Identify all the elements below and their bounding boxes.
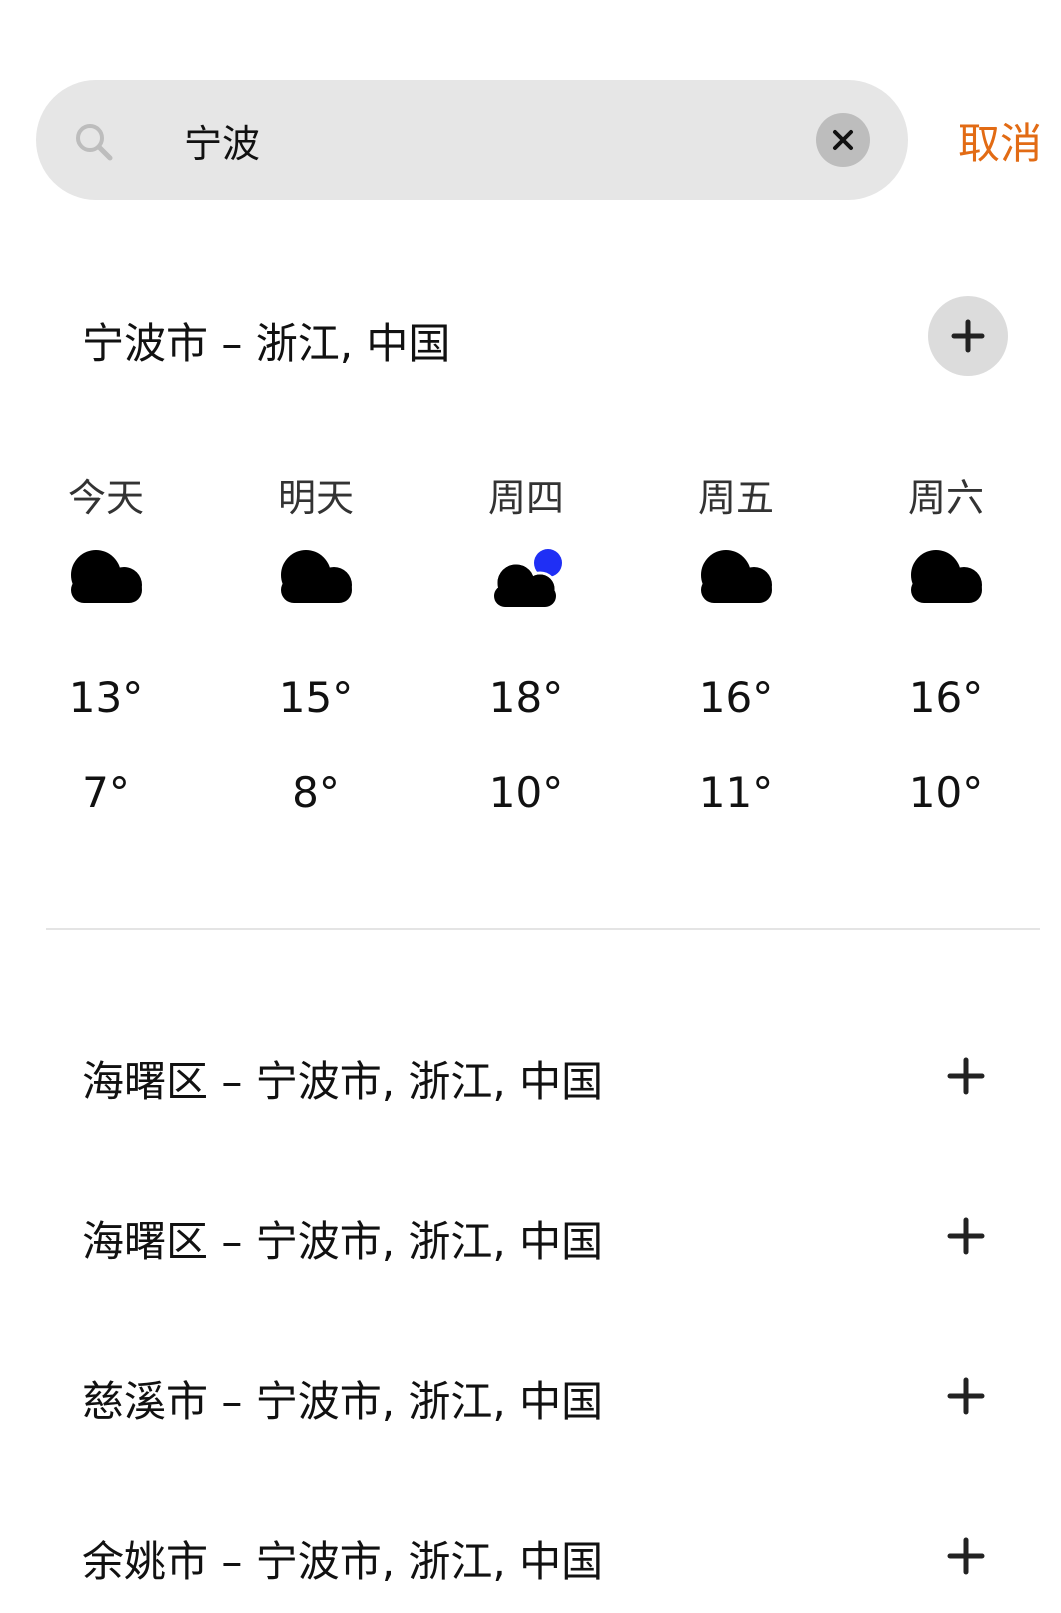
temp-high: 15° <box>278 673 354 722</box>
temp-low: 10° <box>908 768 984 817</box>
forecast-day: 周六 16° 10° <box>866 455 1026 855</box>
day-label: 今天 <box>67 476 144 520</box>
temp-high: 16° <box>698 673 774 722</box>
forecast-day: 今天 13° 7° <box>26 455 186 855</box>
clear-search-button[interactable] <box>816 113 870 167</box>
day-label: 明天 <box>277 476 354 520</box>
temp-low: 11° <box>698 768 774 817</box>
result-label: 海曙区 – 宁波市, 浙江, 中国 <box>82 1057 604 1106</box>
main-search-result: 宁波市 – 浙江, 中国 <box>0 290 1061 390</box>
plus-icon[interactable] <box>944 1214 988 1258</box>
cloud-icon <box>911 550 982 603</box>
forecast-strip: 今天 13° 7° 明天 15° 8° 周四 18° 10° 周五 16° 11… <box>0 455 1061 855</box>
search-result-item[interactable]: 海曙区 – 宁波市, 浙江, 中国 <box>0 1186 1061 1286</box>
plus-icon <box>951 319 985 353</box>
forecast-day: 周四 18° 10° <box>446 455 606 855</box>
cloud-icon <box>701 550 772 603</box>
result-label: 慈溪市 – 宁波市, 浙江, 中国 <box>82 1377 604 1426</box>
partly-cloudy-night-icon <box>494 549 562 607</box>
close-icon <box>833 130 853 150</box>
plus-icon[interactable] <box>944 1374 988 1418</box>
main-result-title: 宁波市 – 浙江, 中国 <box>82 319 451 368</box>
temp-low: 10° <box>488 768 564 817</box>
temp-high: 16° <box>908 673 984 722</box>
search-result-item[interactable]: 慈溪市 – 宁波市, 浙江, 中国 <box>0 1346 1061 1446</box>
temp-low: 7° <box>82 768 130 817</box>
plus-icon[interactable] <box>944 1534 988 1578</box>
plus-icon[interactable] <box>944 1054 988 1098</box>
result-label: 余姚市 – 宁波市, 浙江, 中国 <box>82 1537 604 1586</box>
add-city-button[interactable] <box>928 296 1008 376</box>
forecast-day: 周五 16° 11° <box>656 455 816 855</box>
search-icon <box>76 124 113 161</box>
cancel-button[interactable]: 取消 <box>958 110 1042 171</box>
divider <box>46 928 1040 930</box>
forecast-day: 明天 15° 8° <box>236 455 396 855</box>
temp-high: 18° <box>488 673 564 722</box>
search-result-item[interactable]: 海曙区 – 宁波市, 浙江, 中国 <box>0 1026 1061 1126</box>
temp-low: 8° <box>292 768 340 817</box>
search-result-item[interactable]: 余姚市 – 宁波市, 浙江, 中国 <box>0 1506 1061 1606</box>
cloud-icon <box>71 550 142 603</box>
result-label: 海曙区 – 宁波市, 浙江, 中国 <box>82 1217 604 1266</box>
day-label: 周六 <box>907 476 984 520</box>
search-input[interactable] <box>184 108 764 172</box>
cloud-icon <box>281 550 352 603</box>
day-label: 周五 <box>697 476 774 520</box>
temp-high: 13° <box>68 673 144 722</box>
day-label: 周四 <box>487 476 564 520</box>
